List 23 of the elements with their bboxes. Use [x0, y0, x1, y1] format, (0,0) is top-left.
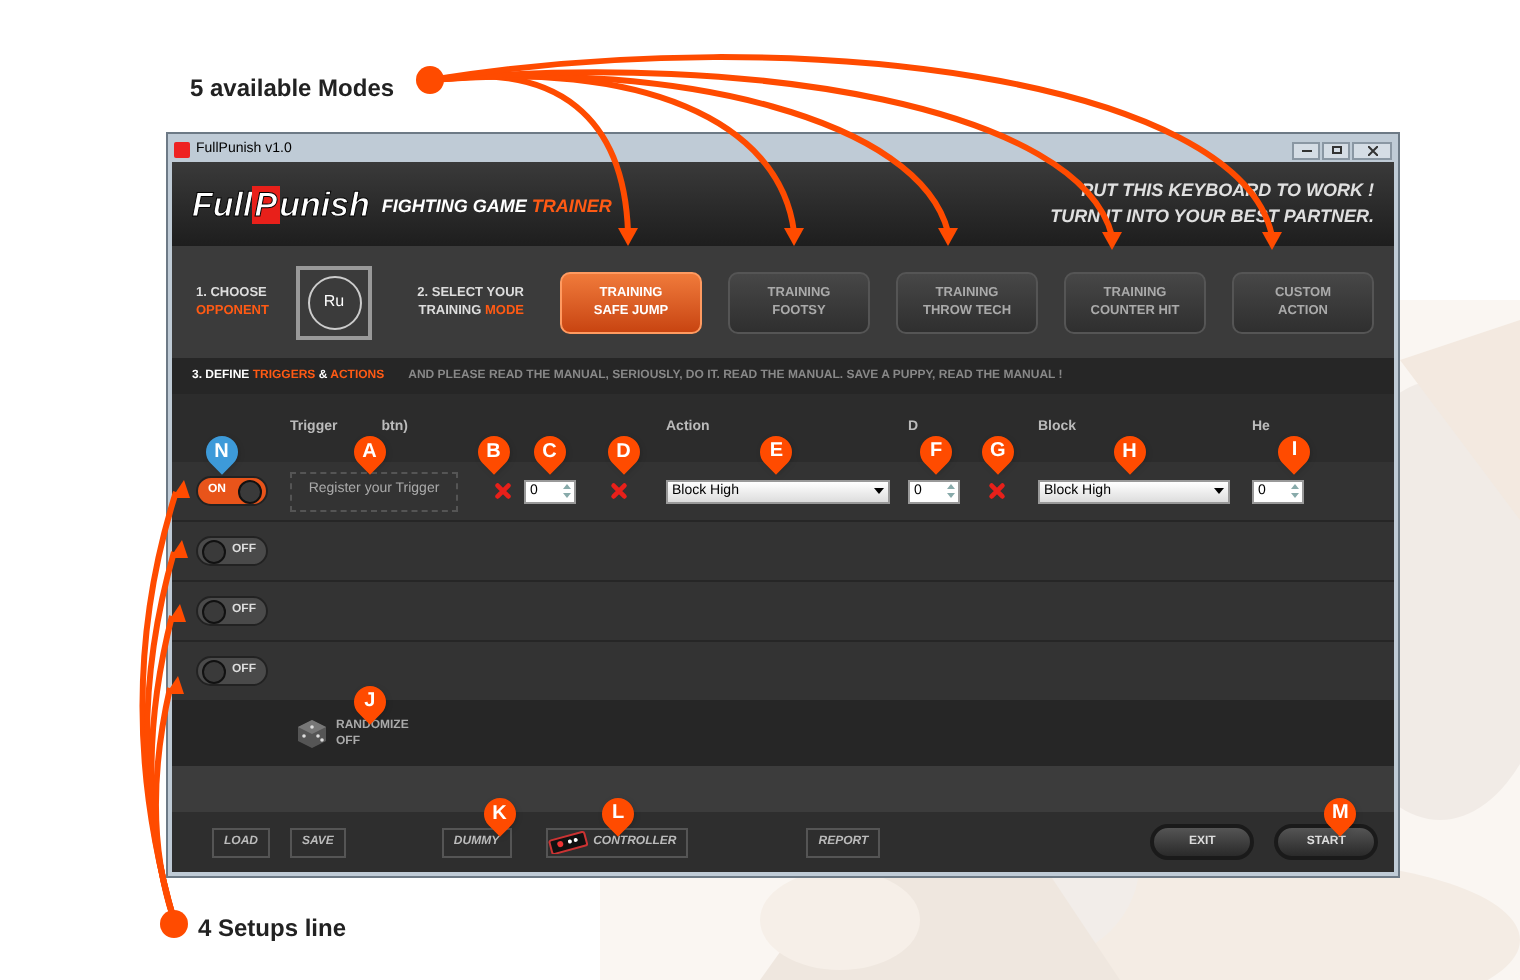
logo-wordmark: FullPunish — [192, 187, 370, 221]
opponent-name: Ru — [323, 290, 345, 314]
callout-dot — [416, 66, 444, 94]
cross-icon[interactable] — [493, 482, 511, 500]
opponent-selector[interactable]: Ru — [296, 265, 372, 339]
minimize-button[interactable] — [1292, 141, 1320, 159]
cross-icon[interactable] — [610, 482, 628, 500]
dice-icon — [296, 718, 328, 750]
close-button[interactable] — [1352, 141, 1392, 159]
callout-label: 5 available Modes — [190, 72, 395, 106]
callout-label: 4 Setups line — [198, 912, 347, 946]
callout-dot — [160, 910, 188, 938]
close-icon — [1367, 145, 1377, 155]
maximize-button[interactable] — [1322, 141, 1350, 159]
spinner-icon[interactable] — [562, 482, 572, 500]
cross-icon[interactable] — [987, 482, 1005, 500]
spinner-icon[interactable] — [1290, 482, 1300, 500]
app-icon — [174, 142, 190, 158]
caret-icon — [874, 488, 884, 494]
spinner-icon[interactable] — [946, 482, 956, 500]
arcade-stick-icon — [547, 830, 588, 854]
caret-icon — [1214, 488, 1224, 494]
tagline: FIGHTING GAME TRAINER — [381, 194, 612, 220]
